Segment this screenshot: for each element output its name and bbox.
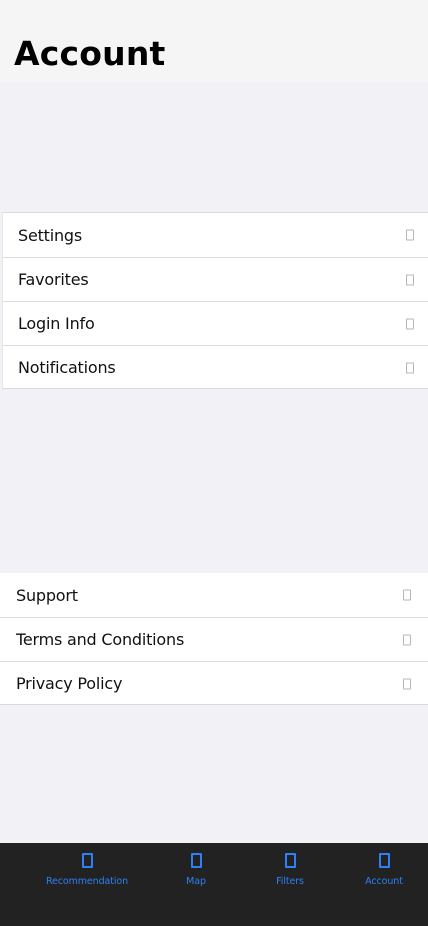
chevron-right-icon (406, 229, 414, 241)
chevron-right-icon (406, 362, 414, 373)
support-group: Support Terms and Conditions Privacy Pol… (0, 573, 428, 705)
tab-map[interactable]: Map (166, 843, 226, 903)
tab-label: Map (186, 876, 206, 887)
tab-recommendation[interactable]: Recommendation (39, 843, 135, 903)
privacy-policy-row[interactable]: Privacy Policy (0, 661, 428, 705)
row-label: Terms and Conditions (16, 630, 185, 649)
tab-label: Account (365, 876, 403, 887)
row-label: Privacy Policy (16, 674, 123, 693)
chevron-right-icon (403, 634, 411, 645)
row-label: Favorites (18, 270, 89, 289)
tab-label: Recommendation (45, 876, 129, 887)
tab-filters[interactable]: Filters (260, 843, 320, 903)
support-row[interactable]: Support (0, 573, 428, 617)
tab-label: Filters (276, 876, 304, 887)
favorites-row[interactable]: Favorites (3, 257, 428, 301)
recommendation-icon (81, 853, 93, 868)
chevron-right-icon (406, 318, 414, 329)
row-label: Login Info (18, 314, 95, 333)
header: Account (0, 0, 428, 82)
chevron-right-icon (403, 589, 411, 601)
chevron-right-icon (406, 274, 414, 285)
notifications-row[interactable]: Notifications (3, 345, 428, 389)
map-icon (190, 853, 202, 868)
row-label: Settings (18, 225, 83, 245)
terms-and-conditions-row[interactable]: Terms and Conditions (0, 617, 428, 661)
login-info-row[interactable]: Login Info (3, 301, 428, 345)
filters-icon (284, 853, 296, 868)
settings-row[interactable]: Settings (3, 213, 428, 257)
account-options-group: Settings Favorites Login Info Notificati… (2, 212, 428, 389)
row-label: Notifications (18, 358, 116, 377)
row-label: Support (16, 585, 78, 605)
tab-bar: Recommendation Map Filters Account (0, 843, 428, 926)
chevron-right-icon (403, 678, 411, 689)
account-icon (378, 853, 390, 868)
tab-account[interactable]: Account (354, 843, 414, 903)
page-title: Account (14, 34, 166, 73)
